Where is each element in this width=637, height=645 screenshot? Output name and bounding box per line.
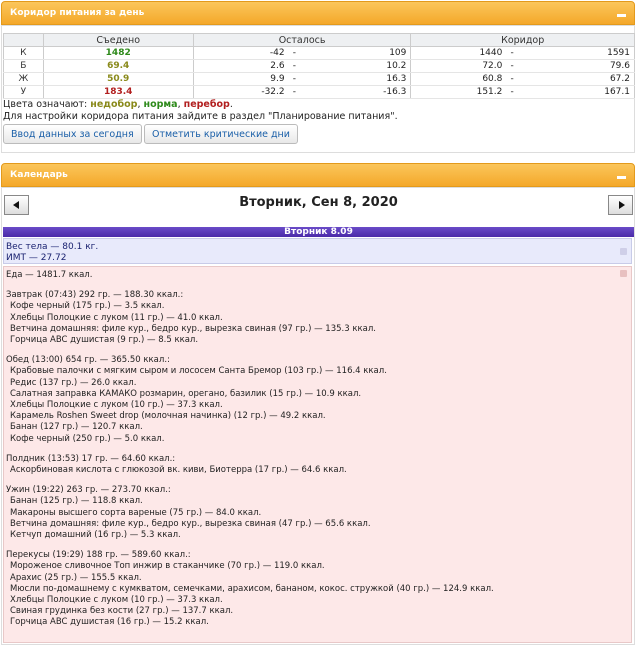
legend-prefix: Цвета означают:: [3, 99, 91, 110]
corridor-panel-header[interactable]: Коридор питания за день: [1, 1, 635, 25]
weight-box: Вес тела — 80.1 кг. ИМТ — 27.72: [3, 238, 632, 264]
food-item[interactable]: Мороженое сливочное Топ инжир в стаканчи…: [10, 561, 325, 571]
meal-header: Еда — 1481.7 ккал.: [6, 270, 93, 280]
food-item[interactable]: Карамель Roshen Sweet drop (молочная нач…: [10, 411, 326, 421]
next-day-button[interactable]: [608, 195, 633, 215]
remaining-min: -32.2: [192, 85, 289, 99]
legend-ok: норма: [143, 99, 178, 110]
food-item[interactable]: Кофе черный (175 гр.) — 3.5 ккал.: [10, 301, 164, 311]
mark-critical-days-button[interactable]: Отметить критические дни: [144, 124, 298, 144]
eaten-value: 1482: [42, 46, 194, 60]
corridor-table: Съедено Осталось Коридор К 1482 -42-109 144…: [3, 33, 635, 99]
food-item[interactable]: Редис (137 гр.) — 26.0 ккал.: [10, 378, 136, 388]
input-today-button[interactable]: Ввод данных за сегодня: [3, 124, 142, 144]
food-item[interactable]: Хлебцы Полоцкие с луком (10 гр.) — 37.3 …: [10, 400, 223, 410]
corridor-note: Для настройки коридора питания зайдите в…: [3, 111, 398, 122]
corridor-row-label: К: [3, 46, 44, 60]
remaining-min: 9.9: [192, 72, 289, 86]
range-dash: -: [506, 85, 518, 99]
remaining-max: 10.2: [300, 59, 412, 73]
remaining-min: -42: [192, 46, 289, 60]
meal-header: Ужин (19:22) 263 гр. — 273.70 ккал.:: [6, 485, 171, 496]
range-dash: -: [288, 85, 301, 99]
day-bar[interactable]: Вторник 8.09: [3, 227, 634, 237]
corridor-min: 72.0: [410, 59, 507, 73]
corridor-max: 167.1: [517, 85, 635, 99]
food-item[interactable]: Банан (127 гр.) — 120.7 ккал.: [10, 422, 143, 432]
food-item[interactable]: Горчица ABC душистая (16 гр.) — 15.2 кка…: [10, 617, 209, 627]
remaining-max: 16.3: [300, 72, 412, 86]
food-item[interactable]: Ветчина домашняя: филе кур., бедро кур.,…: [10, 324, 376, 334]
eaten-value: 50.9: [42, 72, 194, 86]
collapse-icon[interactable]: [617, 14, 626, 17]
corridor-row: Б 69.4 2.6-10.2 72.0-79.6: [3, 59, 635, 73]
corridor-min: 60.8: [410, 72, 507, 86]
legend-under: недобор: [90, 99, 138, 110]
food-item[interactable]: Горчица ABC душистая (9 гр.) — 8.5 ккал.: [10, 335, 198, 345]
eaten-value: 183.4: [42, 85, 194, 99]
meal-header: Обед (13:00) 654 гр. — 365.50 ккал.:: [6, 355, 170, 366]
food-item[interactable]: Макароны высшего сорта вареные (75 гр.) …: [10, 508, 261, 518]
corridor-row: Ж 50.9 9.9-16.3 60.8-67.2: [3, 72, 635, 86]
remaining-max: -16.3: [300, 85, 412, 99]
range-dash: -: [506, 59, 518, 73]
meal-header: Завтрак (07:43) 292 гр. — 188.30 ккал.:: [6, 290, 184, 301]
corridor-max: 67.2: [517, 72, 635, 86]
food-item[interactable]: Арахис (25 гр.) — 155.5 ккал.: [10, 573, 142, 583]
corridor-row: К 1482 -42-109 1440-1591: [3, 46, 635, 60]
corridor-max: 1591: [517, 46, 635, 60]
body-weight: Вес тела — 80.1 кг.: [6, 242, 99, 252]
eaten-value: 69.4: [42, 59, 194, 73]
color-legend: Цвета означают: недобор, норма, перебор.: [3, 99, 233, 110]
current-date-title: Вторник, Сен 8, 2020: [239, 195, 398, 210]
legend-over: перебор: [183, 99, 230, 110]
food-item[interactable]: Банан (125 гр.) — 118.8 ккал.: [10, 496, 143, 506]
food-item[interactable]: Крабовые палочки с мягким сыром и лососе…: [10, 366, 387, 376]
range-dash: -: [288, 72, 301, 86]
remaining-min: 2.6: [192, 59, 289, 73]
corridor-panel-title: Коридор питания за день: [10, 8, 145, 18]
range-dash: -: [506, 72, 518, 86]
corridor-min: 151.2: [410, 85, 507, 99]
edit-icon[interactable]: [620, 248, 627, 255]
arrow-right-icon: [619, 201, 625, 209]
corridor-row-label: Б: [3, 59, 44, 73]
food-item[interactable]: Ветчина домашняя: филе кур., бедро кур.,…: [10, 519, 371, 529]
bmi-value: ИМТ — 27.72: [6, 253, 67, 263]
corridor-min: 1440: [410, 46, 507, 60]
range-dash: -: [288, 59, 301, 73]
food-item[interactable]: Хлебцы Полоцкие с луком (10 гр.) — 37.3 …: [10, 595, 223, 605]
range-dash: -: [288, 46, 301, 60]
corridor-header-corridor: Коридор: [410, 33, 635, 47]
legend-end: .: [229, 99, 233, 110]
corridor-max: 79.6: [517, 59, 635, 73]
calendar-panel-title: Календарь: [10, 170, 68, 180]
range-dash: -: [506, 46, 518, 60]
corridor-row-label: Ж: [3, 72, 44, 86]
corridor-row-label: У: [3, 85, 44, 99]
corridor-row: У 183.4 -32.2- -16.3 151.2-167.1: [3, 85, 635, 99]
edit-icon[interactable]: [620, 270, 627, 277]
food-item[interactable]: Мюсли по-домашнему с кумкватом, семечкам…: [10, 584, 494, 594]
collapse-icon[interactable]: [617, 176, 626, 179]
food-item[interactable]: Кетчуп домашний (16 гр.) — 5.3 ккал.: [10, 530, 181, 540]
food-item[interactable]: Хлебцы Полоцкие с луком (11 гр.) — 41.0 …: [10, 313, 223, 323]
remaining-max: 109: [300, 46, 412, 60]
food-item[interactable]: Кофе черный (250 гр.) — 5.0 ккал.: [10, 434, 164, 444]
food-log: Еда — 1481.7 ккал. Завтрак (07:43) 292 гр…: [3, 266, 632, 643]
meal-header: Полдник (13:53) 17 гр. — 64.60 ккал.:: [6, 453, 176, 464]
meal-header: Перекусы (19:29) 188 гр. — 589.60 ккал.:: [6, 550, 191, 561]
food-item[interactable]: Свиная грудинка без кости (27 гр.) — 137…: [10, 606, 233, 616]
corridor-header-remaining: Осталось: [192, 33, 412, 47]
calendar-panel-header[interactable]: Календарь: [1, 163, 635, 187]
food-item[interactable]: Салатная заправка КАМАКО розмарин, орега…: [10, 389, 361, 399]
corridor-header-eaten: Съедено: [42, 33, 194, 47]
food-item[interactable]: Аскорбиновая кислота с глюкозой вк. киви…: [10, 465, 347, 475]
corridor-header-blank: [3, 33, 44, 47]
